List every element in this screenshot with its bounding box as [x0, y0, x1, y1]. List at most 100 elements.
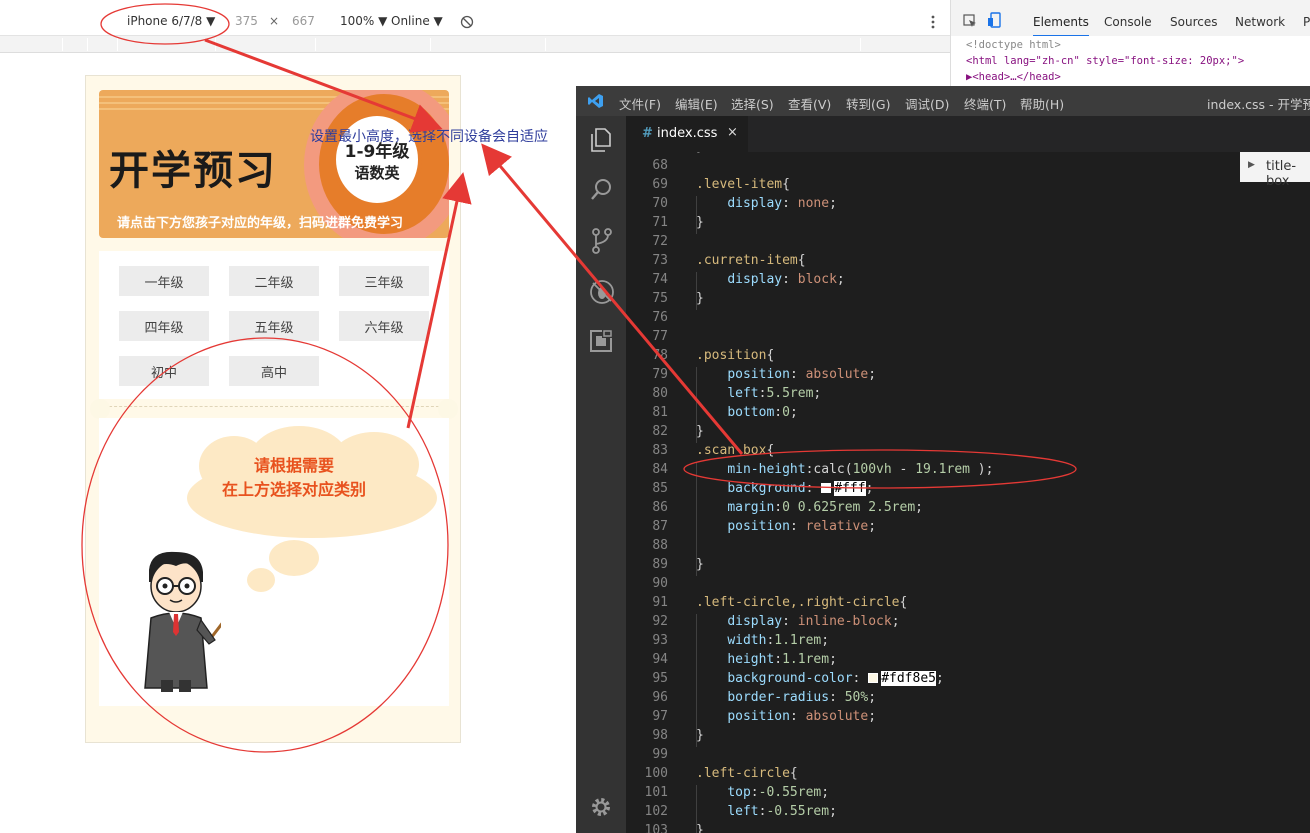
editor-tabs: # index.css × — [626, 116, 1310, 152]
peek-label: title-box — [1266, 159, 1297, 189]
code-line[interactable]: .level-item{ — [696, 177, 790, 192]
code-line[interactable]: height:1.1rem; — [696, 652, 837, 667]
source-control-icon[interactable] — [591, 228, 613, 254]
more-icon[interactable] — [930, 15, 936, 29]
code-line[interactable]: display: inline-block; — [696, 614, 899, 629]
grade-button-senior[interactable]: 高中 — [229, 356, 319, 386]
code-line[interactable]: left:-0.55rem; — [696, 804, 837, 819]
tab-overflow[interactable]: P — [1303, 15, 1310, 29]
zoom-select[interactable]: 100% ▼ — [340, 14, 387, 28]
line-number: 82 — [652, 424, 668, 439]
teacher-illustration — [144, 551, 221, 692]
prompt-line-2: 在上方选择对应类别 — [221, 480, 366, 499]
code-line[interactable]: position: relative; — [696, 519, 876, 534]
menu-debug[interactable]: 调试(D) — [905, 94, 949, 113]
banner-badge-subjects: 语数英 — [354, 163, 400, 182]
grade-button-5[interactable]: 五年级 — [229, 311, 319, 341]
debug-icon[interactable] — [589, 279, 615, 305]
code-line[interactable]: margin:0 0.625rem 2.5rem; — [696, 500, 923, 515]
line-number: 74 — [652, 272, 668, 287]
code-line[interactable]: bottom:0; — [696, 405, 797, 420]
device-select[interactable]: iPhone 6/7/8 ▼ — [127, 14, 215, 28]
dom-tree: <!doctype html> <html lang="zh-cn" style… — [950, 36, 1310, 86]
menu-edit[interactable]: 编辑(E) — [675, 94, 718, 113]
tab-sources[interactable]: Sources — [1170, 15, 1217, 29]
line-number: 101 — [644, 785, 668, 800]
tab-index-css[interactable]: # index.css × — [626, 116, 748, 152]
menu-file[interactable]: 文件(F) — [619, 94, 661, 113]
line-number: 80 — [652, 386, 668, 401]
viewport-width[interactable]: 375 — [235, 14, 258, 28]
dashed-divider — [99, 406, 449, 407]
grade-button-1[interactable]: 一年级 — [119, 266, 209, 296]
vscode-window: 文件(F) 编辑(E) 选择(S) 查看(V) 转到(G) 调试(D) 终端(T… — [576, 86, 1310, 833]
line-number: 91 — [652, 595, 668, 610]
line-number: 88 — [652, 538, 668, 553]
explorer-icon[interactable] — [590, 128, 612, 152]
grade-panel: 一年级 二年级 三年级 四年级 五年级 六年级 初中 高中 — [99, 251, 449, 399]
code-line[interactable]: .curretn-item{ — [696, 253, 806, 268]
menu-view[interactable]: 查看(V) — [788, 94, 831, 113]
code-line[interactable]: .left-circle{ — [696, 766, 798, 781]
code-line[interactable]: background-color: #fdf8e5; — [696, 671, 944, 686]
code-line[interactable]: } — [696, 557, 704, 572]
code-line[interactable]: position: absolute; — [696, 367, 876, 382]
device-toggle-icon[interactable] — [988, 12, 1002, 28]
code-editor[interactable]: 67} 68 69 .level-item{70 display: none; 71} 7… — [626, 152, 1310, 833]
css-file-icon: # — [642, 126, 653, 141]
code-line[interactable]: border-radius: 50%; — [696, 690, 876, 705]
menu-go[interactable]: 转到(G) — [846, 94, 890, 113]
code-line[interactable]: } — [696, 424, 704, 439]
code-line[interactable]: position: absolute; — [696, 709, 876, 724]
prompt-line-1: 请根据需要 — [253, 456, 334, 475]
code-line[interactable]: } — [696, 152, 704, 154]
code-line[interactable]: min-height:calc(100vh - 19.1rem ); — [696, 462, 993, 477]
close-icon[interactable]: × — [727, 125, 738, 140]
code-line[interactable]: } — [696, 823, 704, 833]
inspect-icon[interactable] — [963, 14, 977, 28]
code-line[interactable]: .position{ — [696, 348, 774, 363]
tab-console[interactable]: Console — [1104, 15, 1152, 29]
search-icon[interactable] — [590, 178, 612, 202]
breadcrumb-peek[interactable]: ▶ title-box — [1240, 152, 1310, 189]
code-line[interactable]: .left-circle,.right-circle{ — [696, 595, 907, 610]
extensions-icon[interactable] — [590, 330, 612, 352]
code-line[interactable]: display: none; — [696, 196, 837, 211]
code-line[interactable]: } — [696, 215, 704, 230]
code-line[interactable]: display: block; — [696, 272, 844, 287]
grade-button-4[interactable]: 四年级 — [119, 311, 209, 341]
code-line[interactable]: background: #fff; — [696, 481, 873, 496]
code-line[interactable]: width:1.1rem; — [696, 633, 829, 648]
line-number: 81 — [652, 405, 668, 420]
line-number: 72 — [652, 234, 668, 249]
dom-html-node[interactable]: <html lang="zh-cn" style="font-size: 20p… — [966, 55, 1244, 67]
viewport-height[interactable]: 667 — [292, 14, 315, 28]
tab-elements[interactable]: Elements — [1033, 15, 1089, 37]
settings-gear-icon[interactable] — [590, 796, 612, 818]
menu-help[interactable]: 帮助(H) — [1020, 94, 1064, 113]
line-number: 79 — [652, 367, 668, 382]
grade-button-6[interactable]: 六年级 — [339, 311, 429, 341]
line-number: 75 — [652, 291, 668, 306]
rotate-icon[interactable] — [460, 15, 474, 29]
tab-network[interactable]: Network — [1235, 15, 1285, 29]
dom-head-node[interactable]: ▶<head>…</head> — [966, 71, 1061, 83]
line-number: 98 — [652, 728, 668, 743]
menu-selection[interactable]: 选择(S) — [731, 94, 774, 113]
grade-button-2[interactable]: 二年级 — [229, 266, 319, 296]
code-line[interactable]: } — [696, 728, 704, 743]
code-line[interactable]: .scan-box{ — [696, 443, 774, 458]
grade-button-junior[interactable]: 初中 — [119, 356, 209, 386]
dimension-separator: × — [269, 14, 280, 28]
network-throttle-select[interactable]: Online ▼ — [391, 14, 443, 28]
menu-terminal[interactable]: 终端(T) — [964, 94, 1006, 113]
indent-guide — [696, 614, 697, 747]
grade-button-3[interactable]: 三年级 — [339, 266, 429, 296]
line-number: 83 — [652, 443, 668, 458]
code-line[interactable]: } — [696, 291, 704, 306]
code-line[interactable]: left:5.5rem; — [696, 386, 821, 401]
devtools-tab-bar: Elements Console Sources Network P — [950, 0, 1310, 37]
code-line[interactable]: top:-0.55rem; — [696, 785, 829, 800]
indent-guide — [696, 367, 697, 443]
line-number: 76 — [652, 310, 668, 325]
